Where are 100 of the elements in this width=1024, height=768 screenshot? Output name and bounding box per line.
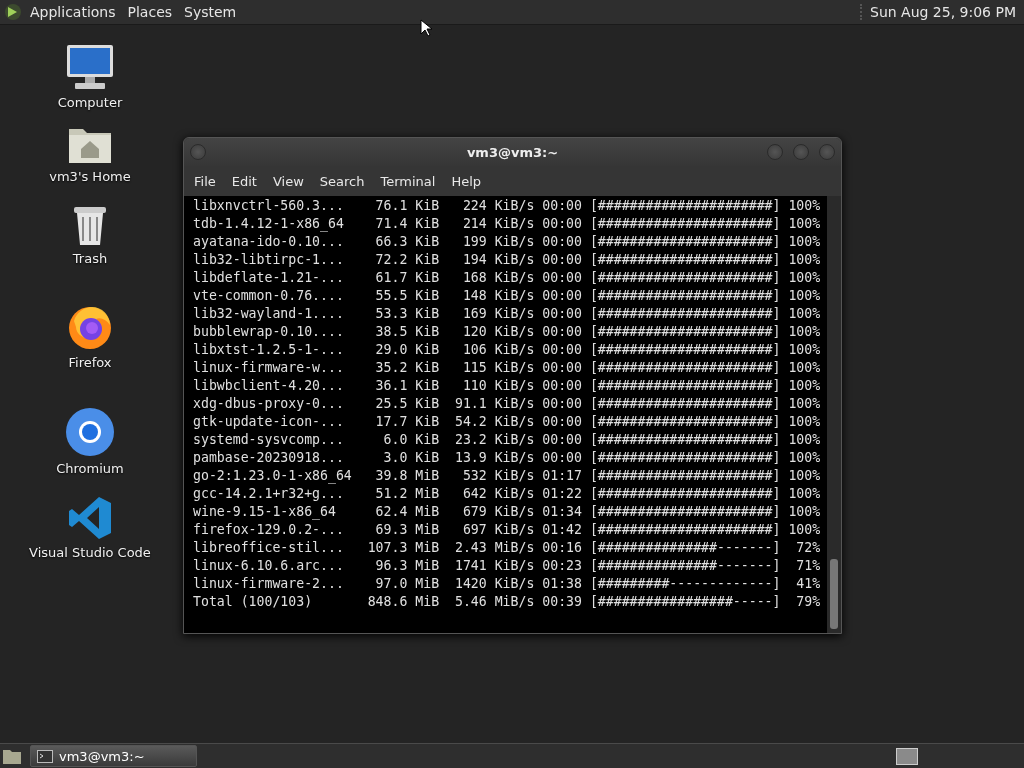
- computer-icon[interactable]: [65, 43, 115, 91]
- download-speed: 642 KiB/s: [461, 485, 535, 503]
- progress-bar-text: [######################]: [588, 323, 781, 341]
- progress-bar-text: [######################]: [588, 359, 781, 377]
- progress-percent: 100%: [787, 251, 821, 269]
- download-size: 38.5 KiB: [374, 323, 440, 341]
- eta-time: 00:00: [541, 287, 582, 305]
- eta-time: 01:42: [541, 521, 582, 539]
- window-title: vm3@vm3:~: [466, 144, 559, 160]
- desktop-icon-label[interactable]: Firefox: [68, 355, 112, 370]
- package-name: go-2:1.23.0-1-x86_64: [193, 467, 352, 485]
- download-speed: 5.46 MiB/s: [453, 593, 535, 611]
- panel-menu[interactable]: System: [180, 4, 241, 20]
- menu-item[interactable]: Edit: [225, 173, 265, 189]
- progress-percent: 100%: [787, 377, 821, 395]
- eta-time: 00:23: [541, 557, 582, 575]
- eta-time: 00:39: [541, 593, 582, 611]
- download-speed: 214 KiB/s: [461, 215, 535, 233]
- download-speed: 148 KiB/s: [461, 287, 535, 305]
- progress-bar-text: [######################]: [588, 305, 781, 323]
- menu-item[interactable]: File: [188, 173, 224, 189]
- download-size: 39.8 MiB: [374, 467, 440, 485]
- package-name: libwbclient-4.20...: [193, 377, 345, 395]
- progress-bar-text: [######################]: [588, 485, 781, 503]
- scrollbar-thumb[interactable]: [830, 559, 838, 629]
- progress-bar-text: [######################]: [588, 467, 781, 485]
- download-size: 72.2 KiB: [374, 251, 440, 269]
- progress-bar-text: [######################]: [588, 377, 781, 395]
- eta-time: 00:00: [541, 305, 582, 323]
- progress-percent: 100%: [787, 503, 821, 521]
- scrollbar[interactable]: [827, 196, 841, 633]
- download-size: 96.3 MiB: [374, 557, 440, 575]
- download-size: 69.3 MiB: [374, 521, 440, 539]
- package-name: systemd-sysvcomp...: [193, 431, 345, 449]
- panel-menu[interactable]: Applications: [26, 4, 120, 20]
- progress-percent: 100%: [787, 305, 821, 323]
- package-name: tdb-1.4.12-1-x86_64: [193, 215, 345, 233]
- package-name: libxtst-1.2.5-1-...: [193, 341, 345, 359]
- download-size: 6.0 KiB: [382, 431, 440, 449]
- progress-percent: 100%: [787, 323, 821, 341]
- desktop-icon-label[interactable]: Visual Studio Code: [29, 545, 151, 560]
- progress-percent: 100%: [787, 233, 821, 251]
- progress-bar-text: [######################]: [588, 503, 781, 521]
- progress-percent: 100%: [787, 413, 821, 431]
- chromium-icon[interactable]: [65, 407, 115, 457]
- download-speed: 532 KiB/s: [461, 467, 535, 485]
- menu-item[interactable]: View: [266, 173, 312, 189]
- desktop-icon-label[interactable]: vm3's Home: [49, 169, 131, 184]
- menu-item[interactable]: Help: [445, 173, 490, 189]
- show-desktop-icon[interactable]: [2, 747, 22, 765]
- menu-item[interactable]: Terminal: [374, 173, 444, 189]
- progress-bar-text: [######################]: [588, 197, 781, 215]
- desktop-icon-label[interactable]: Trash: [72, 251, 108, 266]
- progress-percent: 100%: [787, 269, 821, 287]
- download-speed: 679 KiB/s: [461, 503, 535, 521]
- download-speed: 1420 KiB/s: [453, 575, 535, 593]
- download-speed: 110 KiB/s: [461, 377, 535, 395]
- task-button[interactable]: vm3@vm3:~: [30, 745, 197, 767]
- download-size: 107.3 MiB: [366, 539, 440, 557]
- vscode-icon[interactable]: [67, 495, 113, 541]
- progress-bar-text: [######################]: [588, 215, 781, 233]
- progress-percent: 41%: [795, 575, 821, 593]
- download-speed: 106 KiB/s: [461, 341, 535, 359]
- progress-percent: 100%: [787, 215, 821, 233]
- distro-logo-icon[interactable]: [4, 3, 22, 21]
- package-name: pambase-20230918...: [193, 449, 345, 467]
- progress-percent: 100%: [787, 341, 821, 359]
- package-name: bubblewrap-0.10....: [193, 323, 345, 341]
- download-size: 3.0 KiB: [382, 449, 440, 467]
- progress-percent: 100%: [787, 197, 821, 215]
- progress-bar-text: [######################]: [588, 449, 781, 467]
- eta-time: 00:00: [541, 233, 582, 251]
- package-name: firefox-129.0.2-...: [193, 521, 345, 539]
- package-name: xdg-dbus-proxy-0...: [193, 395, 345, 413]
- package-name: vte-common-0.76....: [193, 287, 345, 305]
- progress-percent: 100%: [787, 431, 821, 449]
- download-size: 53.3 KiB: [374, 305, 440, 323]
- eta-time: 01:22: [541, 485, 582, 503]
- progress-bar-text: [######################]: [588, 287, 781, 305]
- download-size: 51.2 MiB: [374, 485, 440, 503]
- package-name: Total (100/103): [193, 593, 314, 611]
- workspace-switcher[interactable]: [896, 747, 918, 765]
- progress-percent: 100%: [787, 359, 821, 377]
- download-size: 848.6 MiB: [366, 593, 440, 611]
- eta-time: 00:00: [541, 359, 582, 377]
- menu-item[interactable]: Search: [313, 173, 373, 189]
- eta-time: 00:00: [541, 215, 582, 233]
- progress-bar-text: [######################]: [588, 251, 781, 269]
- desktop-icon-label[interactable]: Chromium: [56, 461, 124, 476]
- mouse-pointer-icon: [420, 19, 432, 37]
- eta-time: 00:00: [541, 395, 582, 413]
- desktop-icon-label[interactable]: Computer: [57, 95, 123, 110]
- clock[interactable]: Sun Aug 25, 9:06 PM: [860, 4, 1020, 20]
- progress-bar-text: [######################]: [588, 431, 781, 449]
- eta-time: 01:34: [541, 503, 582, 521]
- download-size: 17.7 KiB: [374, 413, 440, 431]
- download-speed: 120 KiB/s: [461, 323, 535, 341]
- package-name: ayatana-ido-0.10...: [193, 233, 345, 251]
- eta-time: 00:00: [541, 413, 582, 431]
- panel-menu[interactable]: Places: [123, 4, 177, 20]
